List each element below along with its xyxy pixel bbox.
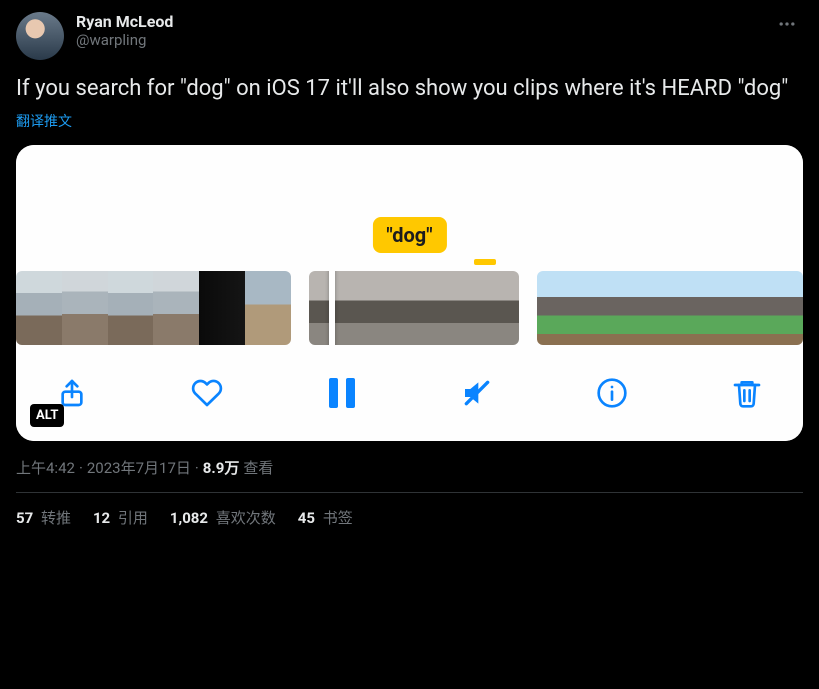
clip-thumb — [245, 271, 291, 345]
views-value: 8.9万 — [203, 457, 240, 478]
clip-group-1[interactable] — [16, 271, 291, 345]
media-whitespace: "dog" — [16, 145, 803, 253]
media-card[interactable]: "dog" — [16, 145, 803, 441]
bookmarks-stat[interactable]: 45 书签 — [298, 507, 353, 528]
quotes-stat[interactable]: 12 引用 — [93, 507, 148, 528]
clip-thumb — [670, 271, 714, 345]
clip-thumb — [16, 271, 62, 345]
views-label: 查看 — [243, 457, 273, 478]
clip-thumb — [153, 271, 199, 345]
video-timeline[interactable] — [16, 253, 803, 345]
alt-badge[interactable]: ALT — [30, 404, 64, 427]
clip-thumb — [626, 271, 670, 345]
translate-link[interactable]: 翻译推文 — [16, 111, 803, 131]
clip-thumb — [581, 271, 625, 345]
likes-stat[interactable]: 1,082 喜欢次数 — [170, 507, 276, 528]
search-term-chip: "dog" — [372, 217, 446, 253]
avatar[interactable] — [16, 12, 64, 60]
tweet-container: Ryan McLeod @warpling If you search for … — [0, 0, 819, 540]
playhead[interactable] — [329, 271, 335, 345]
meta-time: 上午4:42 — [16, 457, 75, 478]
display-name: Ryan McLeod — [76, 12, 759, 31]
heart-icon[interactable] — [187, 373, 227, 413]
clip-thumb — [309, 271, 379, 345]
pause-icon[interactable] — [322, 373, 362, 413]
meta-date: 2023年7月17日 — [87, 457, 191, 478]
clip-group-3[interactable] — [537, 271, 803, 345]
tweet-header: Ryan McLeod @warpling — [16, 12, 803, 60]
clip-thumb — [108, 271, 154, 345]
retweets-stat[interactable]: 57 转推 — [16, 507, 71, 528]
meta-sep: · — [195, 459, 199, 477]
more-options-icon[interactable] — [771, 12, 803, 41]
meta-row[interactable]: 上午4:42 · 2023年7月17日 · 8.9万 查看 — [16, 457, 803, 478]
clip-thumb — [199, 271, 245, 345]
media-toolbar — [16, 345, 803, 441]
clip-group-2[interactable] — [309, 271, 519, 345]
clip-thumb — [759, 271, 803, 345]
trash-icon[interactable] — [727, 373, 767, 413]
clip-thumb — [449, 271, 519, 345]
author-names[interactable]: Ryan McLeod @warpling — [76, 12, 759, 49]
tweet-text: If you search for "dog" on iOS 17 it'll … — [16, 74, 803, 103]
clip-thumb — [62, 271, 108, 345]
clip-thumb — [379, 271, 449, 345]
mute-icon[interactable] — [457, 373, 497, 413]
meta-sep: · — [79, 459, 83, 477]
clip-thumb — [537, 271, 581, 345]
info-icon[interactable] — [592, 373, 632, 413]
timeline-marker — [474, 259, 496, 265]
handle: @warpling — [76, 31, 759, 49]
stats-row: 57 转推 12 引用 1,082 喜欢次数 45 书签 — [16, 493, 803, 528]
clip-thumb — [714, 271, 758, 345]
